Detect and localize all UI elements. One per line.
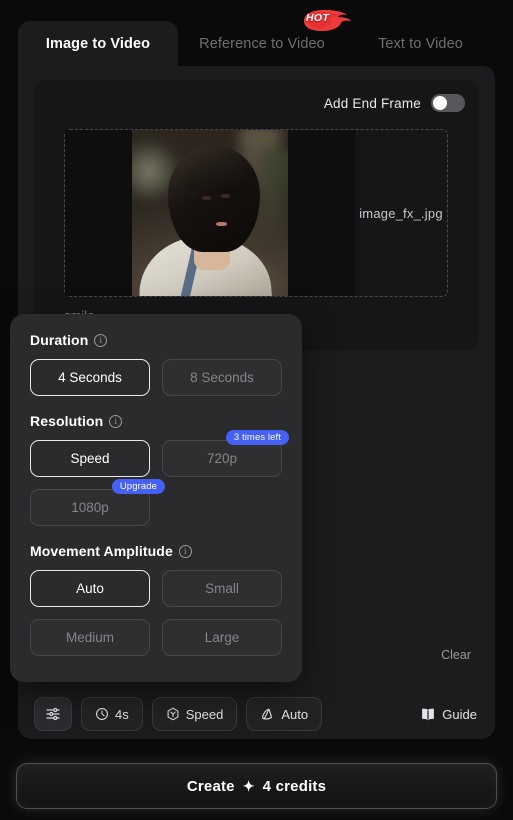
duration-group-label: Duration i [30,332,282,348]
option-label: 8 Seconds [190,370,254,385]
tab-bar: Image to Video Reference to Video Text t… [18,21,495,67]
sliders-icon [46,707,60,721]
tab-reference-to-video[interactable]: Reference to Video [178,21,346,67]
options-toolbar: 4s Speed Auto Guide [34,695,479,733]
times-left-badge: 3 times left [225,430,289,446]
motion-cube-icon [262,708,273,720]
add-end-frame-row[interactable]: Add End Frame [324,94,465,112]
resolution-chip[interactable]: Speed [151,697,238,731]
info-icon[interactable]: i [178,544,192,558]
sparkle-icon: ✦ [242,777,255,794]
settings-chip[interactable] [34,697,72,731]
movement-chip-label: Auto [281,706,309,722]
resolution-chip-label: Speed [185,706,224,722]
create-credits: 4 credits [262,777,327,795]
movement-option-medium[interactable]: Medium [30,619,150,656]
resolution-option-speed[interactable]: Speed [30,440,150,477]
guide-button[interactable]: Guide [420,707,479,722]
movement-chip[interactable]: Auto [246,697,323,731]
image-thumbnail[interactable] [65,130,355,296]
add-end-frame-label: Add End Frame [323,95,421,111]
option-label: Speed [70,451,110,466]
book-icon [422,708,435,720]
toggle-knob [433,96,447,110]
image-dropzone[interactable]: image_fx_.jpg [64,129,448,297]
info-icon[interactable]: i [94,333,108,347]
group-title: Duration [30,332,89,348]
tab-text-to-video[interactable]: Text to Video [346,21,495,67]
resolution-options: Speed 3 times left 720p Upgrade 1080p [30,430,289,526]
option-label: Small [205,581,239,596]
tab-image-to-video[interactable]: Image to Video [18,21,178,67]
movement-option-large[interactable]: Large [162,619,282,656]
duration-chip-label: 4s [115,706,129,722]
movement-amplitude-group-label: Movement Amplitude i [30,543,282,559]
guide-label: Guide [442,706,477,722]
movement-option-auto[interactable]: Auto [30,570,150,607]
movement-option-small[interactable]: Small [162,570,282,607]
clock-icon [96,708,108,720]
add-end-frame-toggle[interactable] [431,94,465,112]
resolution-option-720p[interactable]: 3 times left 720p [162,430,289,477]
duration-chip[interactable]: 4s [81,697,143,731]
option-label: Medium [65,630,114,645]
option-label: 720p [206,451,238,466]
group-title: Movement Amplitude [30,543,173,559]
option-label: 4 Seconds [58,370,122,385]
tab-label: Reference to Video [199,36,325,52]
resolution-group-label: Resolution i [30,413,282,429]
option-label: Large [204,630,240,645]
hexagon-speed-icon [167,707,179,721]
settings-popup: Duration i 4 Seconds 8 Seconds Resolutio… [10,314,302,682]
uploaded-filename: image_fx_.jpg [359,205,443,221]
resolution-option-1080p[interactable]: Upgrade 1080p [30,479,165,526]
tab-label: Text to Video [378,36,463,52]
tab-label: Image to Video [45,36,151,52]
duration-options: 4 Seconds 8 Seconds [30,359,282,396]
upload-panel: Add End Frame image_fx_.jpg [34,80,479,350]
uploaded-photo [132,130,288,296]
duration-option-4-seconds[interactable]: 4 Seconds [30,359,150,396]
upgrade-badge: Upgrade [111,479,165,495]
image-to-video-panel: Image to Video Reference to Video Text t… [0,0,513,820]
create-label: Create [186,777,235,795]
option-label: Auto [76,581,104,596]
clear-button[interactable]: Clear [441,648,471,662]
movement-amplitude-options: Auto Small Medium Large [30,570,282,656]
info-icon[interactable]: i [109,414,123,428]
option-label: 1080p [71,500,109,515]
duration-option-8-seconds[interactable]: 8 Seconds [162,359,282,396]
group-title: Resolution [30,413,104,429]
create-button[interactable]: Create ✦ 4 credits [16,763,497,809]
